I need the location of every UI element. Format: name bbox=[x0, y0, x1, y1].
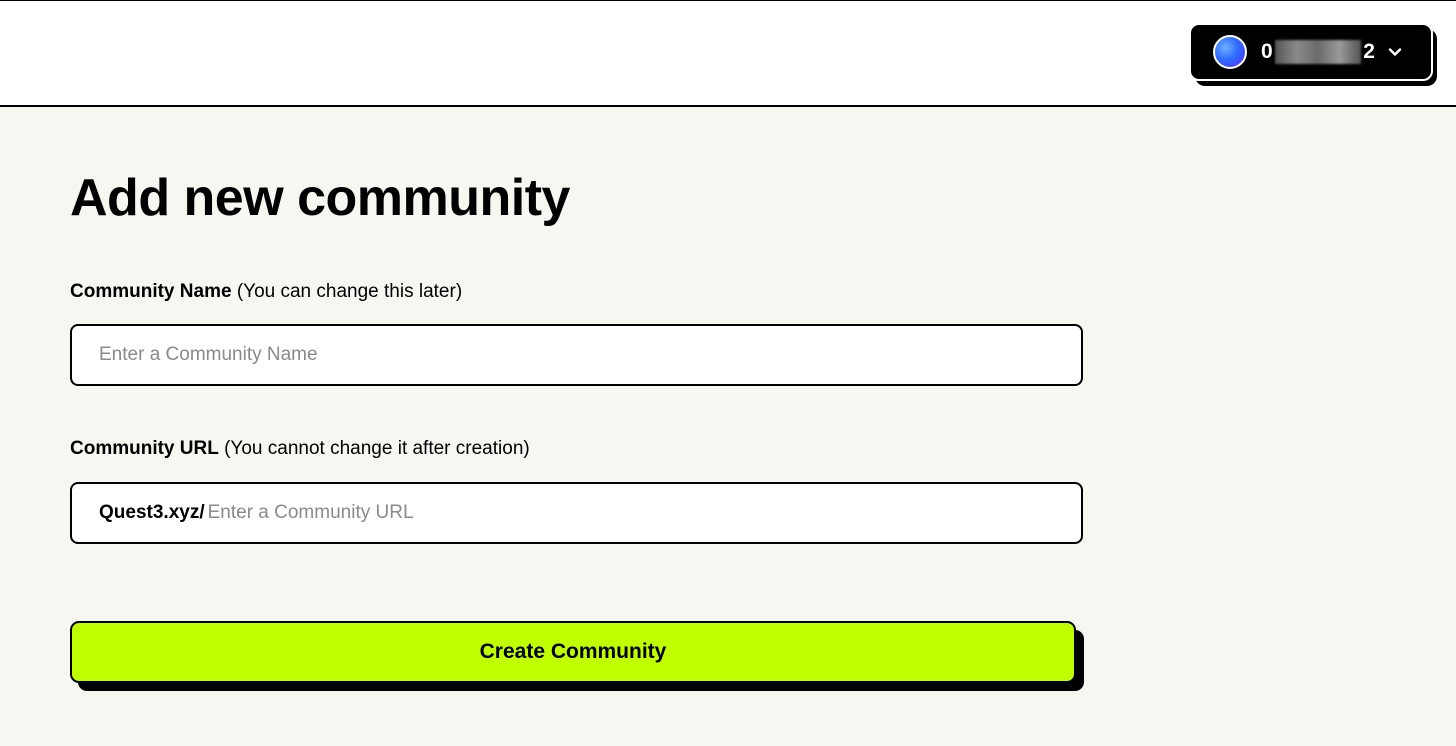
create-community-button-wrap: Create Community bbox=[70, 621, 1084, 693]
page-title: Add new community bbox=[70, 169, 570, 227]
community-url-label: Community URL (You cannot change it afte… bbox=[70, 438, 530, 460]
chevron-down-icon bbox=[1389, 48, 1402, 56]
community-url-label-bold: Community URL bbox=[70, 438, 219, 459]
community-name-label-bold: Community Name bbox=[70, 281, 232, 302]
wallet-button[interactable]: 0 2 bbox=[1189, 23, 1433, 81]
community-name-label-note: (You can change this later) bbox=[236, 281, 463, 302]
url-prefix: Quest3.xyz/ bbox=[99, 502, 205, 523]
community-url-label-note: (You cannot change it after creation) bbox=[224, 438, 530, 459]
community-name-field[interactable] bbox=[70, 324, 1083, 386]
create-community-button[interactable]: Create Community bbox=[70, 621, 1076, 683]
avatar-icon bbox=[1213, 35, 1247, 69]
community-name-label: Community Name (You can change this late… bbox=[70, 281, 462, 303]
community-name-input[interactable] bbox=[99, 344, 1081, 366]
community-url-field[interactable]: Quest3.xyz/ bbox=[70, 482, 1083, 544]
wallet-address-redacted bbox=[1275, 40, 1362, 64]
wallet-menu: 0 2 bbox=[1189, 23, 1437, 86]
community-url-input[interactable] bbox=[207, 502, 1081, 524]
wallet-address-start: 0 bbox=[1261, 40, 1274, 63]
wallet-address: 0 2 bbox=[1261, 40, 1375, 64]
wallet-address-end: 2 bbox=[1363, 40, 1376, 63]
top-bar: 0 2 bbox=[0, 0, 1456, 107]
